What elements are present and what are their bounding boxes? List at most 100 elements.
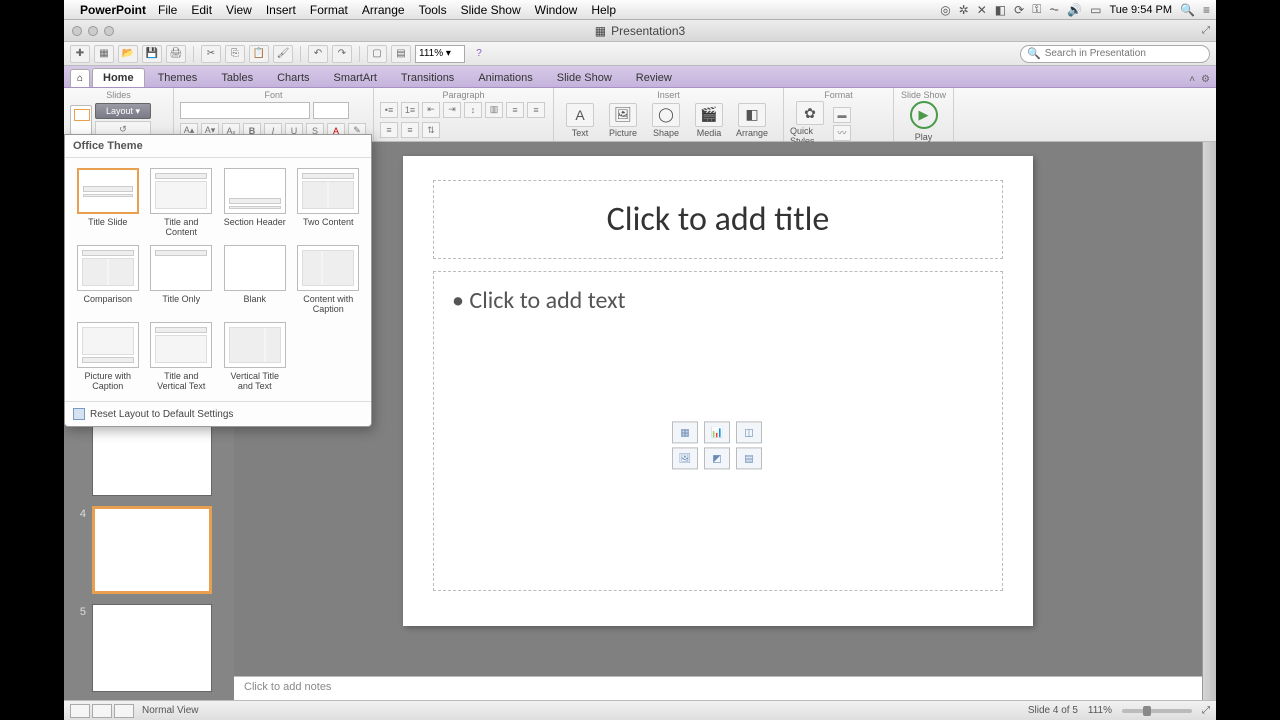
template-icon[interactable]: ▦: [94, 45, 114, 63]
format-painter-icon[interactable]: 🖌: [273, 45, 293, 63]
menu-tools[interactable]: Tools: [419, 3, 447, 17]
menu-file[interactable]: File: [158, 3, 177, 17]
tab-themes[interactable]: Themes: [147, 68, 209, 87]
bullets-icon[interactable]: •≡: [380, 102, 398, 118]
menu-insert[interactable]: Insert: [266, 3, 296, 17]
indent-icon[interactable]: ⇥: [443, 102, 461, 118]
search-field[interactable]: 🔍: [1020, 45, 1210, 63]
vertical-scrollbar[interactable]: [1202, 142, 1216, 700]
fit-icon[interactable]: ⤢: [1202, 705, 1210, 716]
paste-icon[interactable]: 📋: [249, 45, 269, 63]
menu-format[interactable]: Format: [310, 3, 348, 17]
new-icon[interactable]: ✚: [70, 45, 90, 63]
slide-canvas[interactable]: Click to add title Click to add text ▦ 📊…: [234, 142, 1202, 676]
tab-transitions[interactable]: Transitions: [390, 68, 465, 87]
line-spacing-icon[interactable]: ↕: [464, 102, 482, 118]
help-icon[interactable]: ?: [469, 45, 489, 63]
layout-button[interactable]: Layout ▾: [95, 103, 151, 119]
outdent-icon[interactable]: ⇤: [422, 102, 440, 118]
home-icon[interactable]: ⌂: [70, 69, 90, 87]
insert-chart-icon[interactable]: 📊: [704, 421, 730, 443]
align-center-icon[interactable]: ≡: [527, 102, 545, 118]
insert-picture-icon[interactable]: 🖼: [672, 447, 698, 469]
menu-view[interactable]: View: [226, 3, 252, 17]
arrange-button[interactable]: ◧Arrange: [732, 103, 772, 138]
layout-title-vertical-text[interactable]: Title and Vertical Text: [149, 322, 215, 391]
insert-media-button[interactable]: 🎬Media: [689, 103, 729, 138]
numbering-icon[interactable]: 1≡: [401, 102, 419, 118]
menu-window[interactable]: Window: [535, 3, 578, 17]
menu-icon[interactable]: ≡: [1203, 3, 1210, 17]
clock[interactable]: Tue 9:54 PM: [1109, 4, 1172, 16]
tab-charts[interactable]: Charts: [266, 68, 320, 87]
status-icon[interactable]: ✕: [977, 3, 987, 17]
print-icon[interactable]: 🖨: [166, 45, 186, 63]
layout-title-only[interactable]: Title Only: [149, 245, 215, 314]
insert-shape-button[interactable]: ◯Shape: [646, 103, 686, 138]
undo-icon[interactable]: ↶: [308, 45, 328, 63]
title-placeholder[interactable]: Click to add title: [433, 180, 1003, 259]
columns-icon[interactable]: ▥: [485, 102, 503, 118]
text-direction-icon[interactable]: ⇅: [422, 122, 440, 138]
status-icon[interactable]: ◧: [995, 3, 1006, 17]
expand-icon[interactable]: ⤢: [1202, 25, 1210, 36]
zoom-slider[interactable]: [1122, 709, 1192, 713]
quick-styles-button[interactable]: ✿Quick Styles: [790, 101, 830, 146]
tab-slideshow[interactable]: Slide Show: [546, 68, 623, 87]
gear-icon[interactable]: ⚙: [1201, 74, 1210, 85]
layout-comparison[interactable]: Comparison: [75, 245, 141, 314]
layout-title-content[interactable]: Title and Content: [149, 168, 215, 237]
new-slide-button[interactable]: [70, 105, 92, 135]
spotlight-icon[interactable]: 🔍: [1180, 3, 1195, 17]
notes-pane[interactable]: Click to add notes: [234, 676, 1202, 700]
layout-vertical-title-text[interactable]: Vertical Title and Text: [222, 322, 288, 391]
layout-two-content[interactable]: Two Content: [296, 168, 362, 237]
status-icon[interactable]: ⟳: [1014, 3, 1024, 17]
insert-text-button[interactable]: AText: [560, 103, 600, 138]
reset-layout-button[interactable]: Reset Layout to Default Settings: [65, 401, 371, 426]
tab-tables[interactable]: Tables: [210, 68, 264, 87]
slideshow-view-icon[interactable]: [114, 704, 134, 718]
align-left-icon[interactable]: ≡: [506, 102, 524, 118]
open-icon[interactable]: 📂: [118, 45, 138, 63]
justify-icon[interactable]: ≡: [401, 122, 419, 138]
line-icon[interactable]: 〰: [833, 125, 851, 141]
volume-icon[interactable]: 🔊: [1067, 3, 1082, 17]
font-select[interactable]: [180, 102, 310, 119]
app-name[interactable]: PowerPoint: [80, 3, 146, 17]
save-icon[interactable]: 💾: [142, 45, 162, 63]
menu-edit[interactable]: Edit: [191, 3, 212, 17]
content-placeholder[interactable]: Click to add text ▦ 📊 ◫ 🖼 ◩ ▤: [433, 271, 1003, 591]
layout-title-slide[interactable]: Title Slide: [75, 168, 141, 237]
copy-icon[interactable]: ⎘: [225, 45, 245, 63]
tab-smartart[interactable]: SmartArt: [323, 68, 388, 87]
menu-arrange[interactable]: Arrange: [362, 3, 405, 17]
insert-table-icon[interactable]: ▦: [672, 421, 698, 443]
battery-icon[interactable]: ▭: [1090, 3, 1101, 17]
close-icon[interactable]: [72, 26, 82, 36]
section-icon[interactable]: ▤: [391, 45, 411, 63]
align-right-icon[interactable]: ≡: [380, 122, 398, 138]
search-input[interactable]: [1045, 48, 1203, 59]
insert-media-icon[interactable]: ▤: [736, 447, 762, 469]
collapse-icon[interactable]: ˄: [1189, 74, 1195, 85]
layout-section-header[interactable]: Section Header: [222, 168, 288, 237]
size-select[interactable]: [313, 102, 349, 119]
play-button[interactable]: ▶: [910, 101, 938, 129]
slide-thumbnail[interactable]: [92, 604, 212, 692]
zoom-select[interactable]: 111% ▾: [415, 45, 465, 63]
menu-help[interactable]: Help: [591, 3, 616, 17]
insert-picture-button[interactable]: 🖼Picture: [603, 103, 643, 138]
zoom-icon[interactable]: [104, 26, 114, 36]
minimize-icon[interactable]: [88, 26, 98, 36]
layout-content-caption[interactable]: Content with Caption: [296, 245, 362, 314]
status-icon[interactable]: ✲: [959, 3, 969, 17]
cut-icon[interactable]: ✂: [201, 45, 221, 63]
tab-animations[interactable]: Animations: [467, 68, 543, 87]
tab-review[interactable]: Review: [625, 68, 683, 87]
sorter-view-icon[interactable]: [92, 704, 112, 718]
fill-icon[interactable]: ▬: [833, 107, 851, 123]
menu-slideshow[interactable]: Slide Show: [461, 3, 521, 17]
layout-picture-caption[interactable]: Picture with Caption: [75, 322, 141, 391]
redo-icon[interactable]: ↷: [332, 45, 352, 63]
